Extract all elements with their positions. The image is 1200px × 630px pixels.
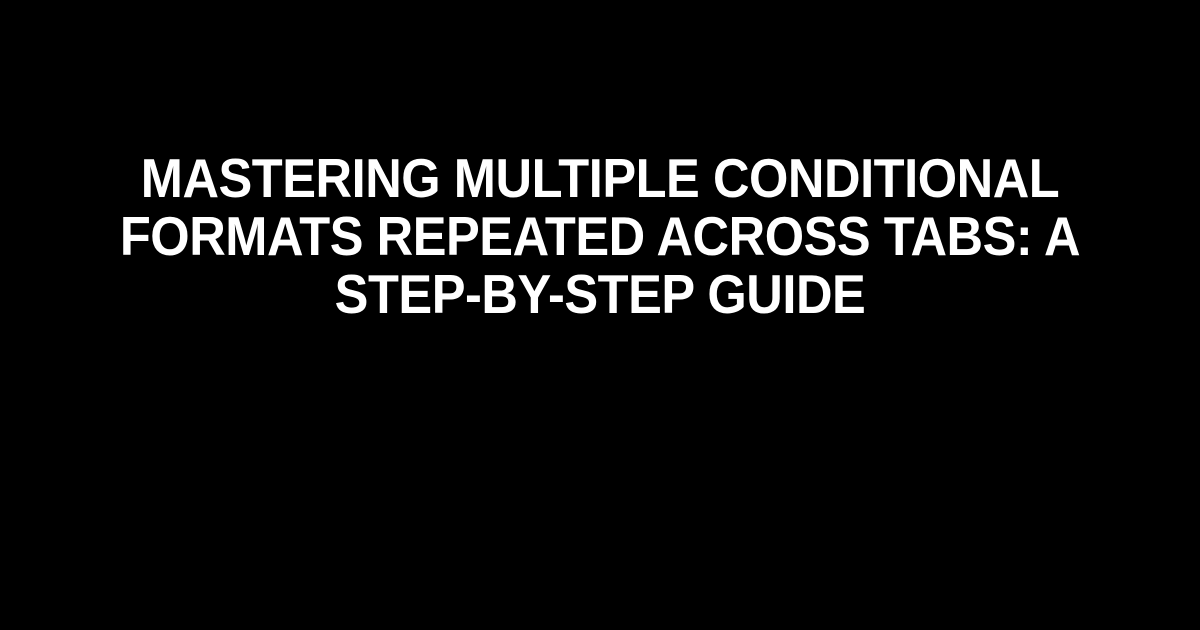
title-container: MASTERING MULTIPLE CONDITIONAL FORMATS R…	[0, 150, 1200, 323]
page-title: MASTERING MULTIPLE CONDITIONAL FORMATS R…	[85, 150, 1115, 323]
